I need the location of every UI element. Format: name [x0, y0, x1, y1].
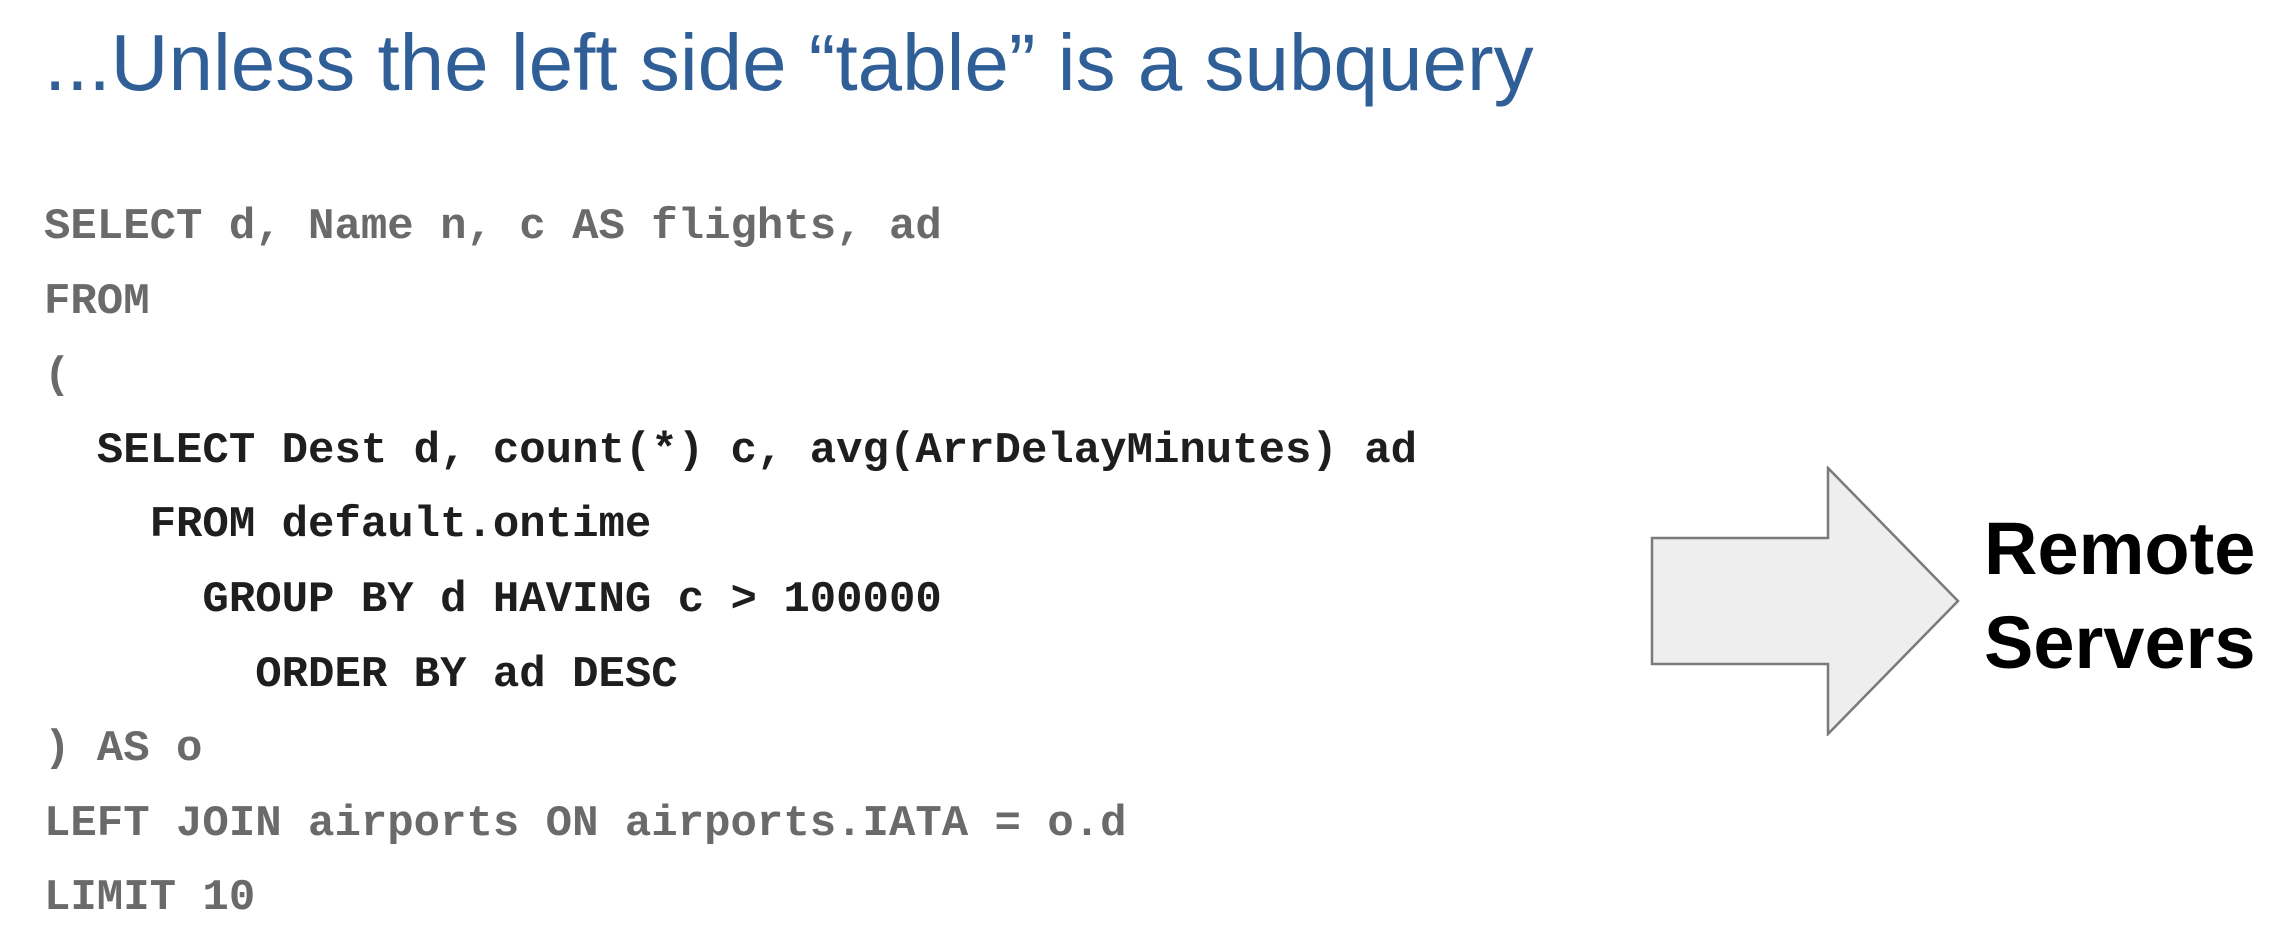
remote-servers-label: Remote Servers: [1984, 502, 2274, 690]
code-line-subquery-order-by: ORDER BY ad DESC: [44, 649, 678, 700]
slide: ...Unless the left side “table” is a sub…: [0, 0, 2280, 939]
code-line-open-paren: (: [44, 351, 71, 402]
remote-label-line-2: Servers: [1984, 601, 2256, 684]
code-line-subquery-group-by: GROUP BY d HAVING c > 100000: [44, 574, 942, 625]
remote-label-line-1: Remote: [1984, 507, 2256, 590]
code-line-from: FROM: [44, 276, 150, 327]
arrow-polygon: [1650, 466, 1960, 736]
code-line-subquery-from: FROM default.ontime: [44, 500, 652, 551]
code-line-select: SELECT d, Name n, c AS flights, ad: [44, 202, 942, 252]
code-line-close-paren-alias: ) AS o: [44, 724, 203, 775]
sql-code-block: SELECT d, Name n, c AS flights, ad FROM …: [44, 190, 1417, 936]
code-line-left-join: LEFT JOIN airports ON airports.IATA = o.…: [44, 798, 1127, 849]
code-line-limit: LIMIT 10: [44, 873, 256, 924]
slide-title: ...Unless the left side “table” is a sub…: [44, 18, 1534, 107]
code-line-subquery-select: SELECT Dest d, count(*) c, avg(ArrDelayM…: [44, 425, 1418, 476]
right-arrow-icon: [1650, 466, 1960, 736]
